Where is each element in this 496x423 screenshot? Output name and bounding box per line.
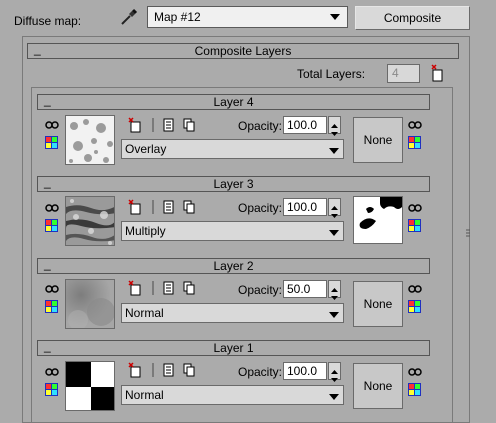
diffuse-map-label: Diffuse map: xyxy=(14,14,82,28)
toolbar-divider xyxy=(152,118,154,132)
collapse-icon[interactable]: _ xyxy=(44,339,51,354)
layer-4-blend-mode-dropdown[interactable]: Overlay xyxy=(121,139,344,159)
color-correct-icon[interactable] xyxy=(45,136,58,149)
chevron-down-icon[interactable] xyxy=(326,8,344,26)
eye-chain-icon[interactable] xyxy=(45,283,59,293)
collapse-icon[interactable]: _ xyxy=(44,175,51,190)
color-correct-icon[interactable] xyxy=(408,136,421,149)
opacity-spinner[interactable] xyxy=(328,280,341,300)
layer-4-thumbnail[interactable] xyxy=(65,115,115,165)
layer-3-mask-thumbnail[interactable] xyxy=(353,196,403,244)
layer-4-header[interactable]: _ Layer 4 xyxy=(37,93,430,110)
layer-4-opacity-field[interactable]: 100.0 xyxy=(283,116,327,134)
collapse-icon[interactable]: _ xyxy=(44,257,51,272)
eyedropper-icon[interactable] xyxy=(118,6,140,28)
map-name-field[interactable]: Map #12 xyxy=(147,6,348,28)
rename-icon[interactable] xyxy=(163,281,174,295)
layer-2-opacity-field[interactable]: 50.0 xyxy=(283,280,327,298)
layer-1-thumbnail[interactable] xyxy=(65,361,115,411)
eye-chain-icon[interactable] xyxy=(408,202,422,212)
opacity-label: Opacity: xyxy=(238,283,283,297)
opacity-spinner[interactable] xyxy=(328,198,341,218)
opacity-spinner[interactable] xyxy=(328,116,341,136)
rename-icon[interactable] xyxy=(163,363,174,377)
layer-1-header[interactable]: _ Layer 1 xyxy=(37,339,430,356)
opacity-spinner[interactable] xyxy=(328,362,341,382)
layer-2-blend-mode-dropdown[interactable]: Normal xyxy=(121,303,344,323)
chevron-down-icon xyxy=(328,309,340,319)
eye-chain-icon[interactable] xyxy=(45,119,59,129)
color-correct-icon[interactable] xyxy=(408,300,421,313)
layer-1-opacity-field[interactable]: 100.0 xyxy=(283,362,327,380)
layer-3-blend-mode-dropdown[interactable]: Multiply xyxy=(121,221,344,241)
rename-icon[interactable] xyxy=(163,118,174,132)
layer-4-mask-button[interactable]: None xyxy=(353,117,403,163)
layer-2-thumbnail[interactable] xyxy=(65,279,115,329)
toolbar-divider xyxy=(152,200,154,214)
eye-chain-icon[interactable] xyxy=(45,202,59,212)
blend-mode-text: Normal xyxy=(125,388,164,402)
color-correct-icon[interactable] xyxy=(408,219,421,232)
collapse-icon[interactable]: _ xyxy=(44,93,51,108)
eye-chain-icon[interactable] xyxy=(408,119,422,129)
layer-3-thumbnail[interactable] xyxy=(65,196,115,246)
new-layer-icon[interactable] xyxy=(128,280,142,296)
duplicate-icon[interactable] xyxy=(183,363,195,377)
layer-1-title: Layer 1 xyxy=(213,341,254,355)
chevron-down-icon xyxy=(328,145,340,155)
blend-mode-text: Normal xyxy=(125,306,164,320)
blend-mode-text: Overlay xyxy=(125,142,167,156)
eye-chain-icon[interactable] xyxy=(408,283,422,293)
color-correct-icon[interactable] xyxy=(45,300,58,313)
scroll-grip[interactable] xyxy=(466,228,470,238)
chevron-down-icon xyxy=(328,391,340,401)
opacity-label: Opacity: xyxy=(238,119,283,133)
add-layer-icon[interactable] xyxy=(430,64,446,82)
new-layer-icon[interactable] xyxy=(128,117,142,133)
chevron-down-icon xyxy=(328,227,340,237)
eye-chain-icon[interactable] xyxy=(45,366,59,376)
color-correct-icon[interactable] xyxy=(408,383,421,396)
layer-1-blend-mode-dropdown[interactable]: Normal xyxy=(121,385,344,405)
layer-3-title: Layer 3 xyxy=(213,177,254,191)
composite-layers-rollout-header[interactable]: _ Composite Layers xyxy=(27,42,459,59)
color-correct-icon[interactable] xyxy=(45,219,58,232)
map-type-button[interactable]: Composite xyxy=(355,6,470,30)
eye-chain-icon[interactable] xyxy=(408,366,422,376)
total-layers-field: 4 xyxy=(387,64,420,83)
opacity-label: Opacity: xyxy=(238,201,283,215)
duplicate-icon[interactable] xyxy=(183,281,195,295)
rename-icon[interactable] xyxy=(163,200,174,214)
layer-2-mask-button[interactable]: None xyxy=(353,281,403,327)
new-layer-icon[interactable] xyxy=(128,362,142,378)
opacity-label: Opacity: xyxy=(238,365,283,379)
layer-2-header[interactable]: _ Layer 2 xyxy=(37,257,430,274)
map-name-text: Map #12 xyxy=(154,10,201,24)
blend-mode-text: Multiply xyxy=(125,224,166,238)
layer-4-title: Layer 4 xyxy=(213,95,254,109)
layer-2-title: Layer 2 xyxy=(213,259,254,273)
layer-1-mask-button[interactable]: None xyxy=(353,363,403,409)
duplicate-icon[interactable] xyxy=(183,200,195,214)
layer-3-header[interactable]: _ Layer 3 xyxy=(37,175,430,192)
layer-3-opacity-field[interactable]: 100.0 xyxy=(283,198,327,216)
toolbar-divider xyxy=(152,281,154,295)
color-correct-icon[interactable] xyxy=(45,383,58,396)
toolbar-divider xyxy=(152,363,154,377)
collapse-icon[interactable]: _ xyxy=(34,42,41,57)
composite-layers-title: Composite Layers xyxy=(194,44,292,58)
total-layers-label: Total Layers: xyxy=(297,67,366,81)
new-layer-icon[interactable] xyxy=(128,199,142,215)
duplicate-icon[interactable] xyxy=(183,118,195,132)
